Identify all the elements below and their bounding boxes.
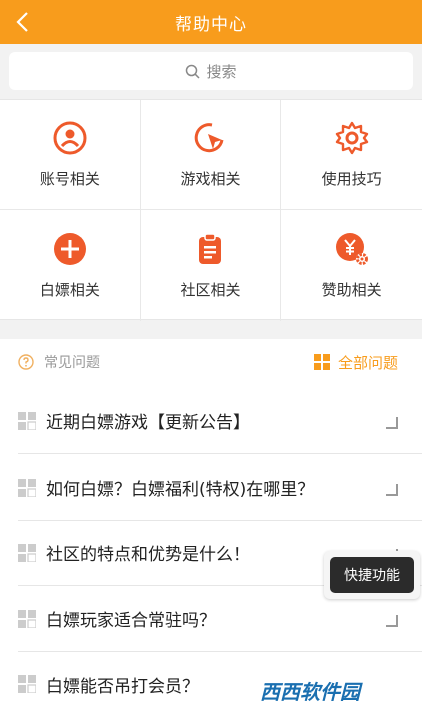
corner-arrow-icon [386, 484, 398, 496]
category-freebie[interactable]: 白嫖相关 [0, 210, 141, 321]
all-questions-label: 全部问题 [337, 353, 398, 372]
grid-icon [313, 354, 330, 370]
faq-title-group: 常见问题 [18, 352, 100, 372]
page-title: 帮助中心 [175, 14, 247, 35]
user-circle-icon [53, 121, 87, 155]
faq-question: 社区的特点和优势是什么！ [46, 545, 250, 565]
faq-title: 常见问题 [44, 355, 100, 371]
doc-grid-icon [18, 675, 36, 693]
quick-actions-label: 快捷功能 [330, 557, 414, 593]
doc-grid-icon [18, 543, 36, 562]
doc-grid-icon [18, 609, 36, 628]
quick-actions-button[interactable]: 快捷功能 [324, 551, 420, 599]
faq-header: 常见问题 全部问题 [0, 339, 422, 385]
gear-icon [335, 121, 368, 155]
faq-question: 如何白嫖？白嫖福利(特权)在哪里？ [46, 480, 315, 500]
question-circle-icon [18, 354, 34, 370]
corner-arrow-icon [386, 615, 398, 627]
doc-grid-icon [18, 411, 36, 430]
watermark-logo: 西西软件园 [222, 668, 398, 712]
yen-gear-icon [335, 233, 368, 265]
cursor-circle-icon [195, 123, 224, 153]
doc-grid-icon [18, 478, 36, 497]
category-account[interactable]: 账号相关 [0, 100, 141, 210]
category-label: 游戏相关 [180, 170, 241, 188]
app-header: 帮助中心 [0, 0, 422, 44]
category-label: 白嫖相关 [39, 281, 100, 299]
category-community[interactable]: 社区相关 [141, 210, 282, 321]
watermark-text: 西西软件园 [260, 679, 360, 704]
search-icon [186, 64, 201, 79]
plus-circle-icon [53, 233, 86, 265]
category-grid: 账号相关 游戏相关 使用技巧 白嫖相关 社区相关 赞助相关 [0, 99, 422, 321]
category-label: 社区相关 [180, 281, 241, 299]
search-bar: 搜索 [0, 44, 422, 99]
corner-arrow-icon [386, 417, 398, 429]
chevron-left-icon [16, 12, 28, 32]
clipboard-icon [199, 233, 222, 264]
back-button[interactable] [6, 4, 38, 40]
category-label: 使用技巧 [321, 170, 382, 188]
faq-question: 白嫖玩家适合常驻吗？ [46, 611, 216, 631]
category-label: 赞助相关 [321, 281, 382, 299]
faq-question: 近期白嫖游戏【更新公告】 [46, 413, 250, 433]
all-questions-link[interactable]: 全部问题 [313, 352, 398, 373]
search-placeholder: 搜索 [206, 62, 237, 81]
faq-item[interactable]: 如何白嫖？白嫖福利(特权)在哪里？ [18, 455, 422, 521]
search-input[interactable]: 搜索 [9, 52, 413, 90]
category-game[interactable]: 游戏相关 [140, 100, 282, 210]
faq-item[interactable]: 近期白嫖游戏【更新公告】 [18, 388, 422, 454]
faq-question: 白嫖能否吊打会员？ [46, 676, 199, 697]
category-label: 账号相关 [39, 170, 100, 188]
category-sponsor[interactable]: 赞助相关 [281, 210, 422, 321]
category-tips[interactable]: 使用技巧 [281, 100, 422, 210]
